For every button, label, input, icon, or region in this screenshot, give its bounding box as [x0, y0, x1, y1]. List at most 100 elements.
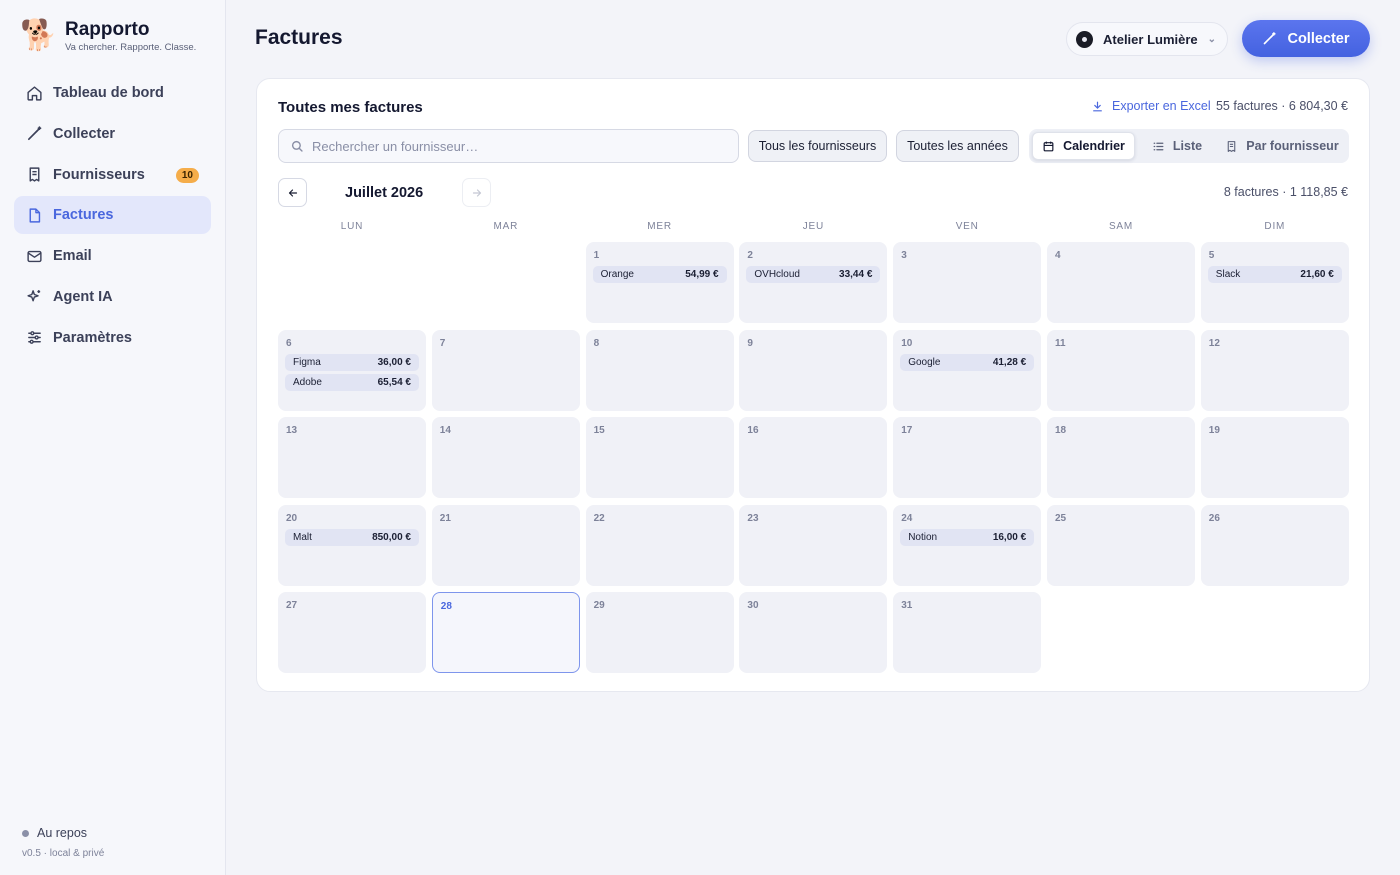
day-number: 9 — [747, 337, 753, 349]
calendar-day[interactable]: 15 — [585, 417, 734, 498]
sidebar-item-email[interactable]: Email — [14, 237, 211, 275]
calendar-day[interactable]: 26 — [1200, 504, 1349, 586]
calendar-day[interactable]: 22 — [585, 504, 734, 586]
export-label: Exporter en Excel — [1112, 99, 1211, 113]
status-dot-icon — [22, 829, 29, 837]
sidebar-item-label: Factures — [53, 207, 114, 224]
workspace-selector[interactable]: Atelier Lumière ⌄ — [1066, 22, 1228, 56]
invoices-card: Toutes mes factures Exporter en Excel 55… — [256, 78, 1370, 692]
day-number: 22 — [593, 512, 605, 524]
invoice-amount: 16,00 € — [992, 531, 1027, 543]
calendar-day[interactable]: 21 — [431, 504, 580, 586]
home-icon — [25, 84, 43, 102]
status-text: Au repos — [37, 826, 88, 840]
invoice-chip[interactable]: OVHcloud 33,44 € — [746, 266, 881, 283]
view-by-supplier-label: Par fournisseur — [1246, 139, 1339, 153]
calendar-day[interactable]: 4 — [1047, 242, 1195, 323]
workspace-name: Atelier Lumière — [1103, 31, 1198, 47]
day-number: 1 — [593, 250, 600, 261]
day-number: 29 — [593, 600, 605, 611]
invoice-chip[interactable]: Malt 850,00 € — [285, 528, 419, 546]
day-number: 19 — [1208, 425, 1220, 436]
invoice-amount: 41,28 € — [992, 356, 1027, 368]
invoice-vendor: Notion — [908, 531, 938, 543]
chevron-down-icon: ⌄ — [1207, 33, 1217, 45]
invoice-amount: 21,60 € — [1300, 269, 1334, 280]
view-list-tab[interactable]: Liste — [1140, 132, 1214, 160]
calendar-day[interactable]: 30 — [739, 592, 888, 673]
invoice-chip[interactable]: Figma 36,00 € — [285, 353, 419, 371]
supplier-search-input[interactable] — [312, 138, 712, 154]
invoice-chip[interactable]: Orange 54,99 € — [592, 266, 727, 283]
invoice-chip[interactable]: Adobe 65,54 € — [285, 374, 419, 391]
day-number: 27 — [286, 600, 298, 611]
calendar-day[interactable]: 14 — [431, 417, 580, 498]
sidebar-item-label: Paramètres — [53, 329, 132, 346]
calendar-day[interactable]: 7 — [431, 329, 580, 411]
day-number: 8 — [593, 337, 600, 349]
sliders-icon — [25, 329, 43, 347]
calendar-day[interactable]: 5 Slack 21,60 € — [1200, 242, 1349, 323]
calendar-day[interactable]: 2 OVHcloud 33,44 € — [739, 242, 888, 323]
calendar-day[interactable]: 25 — [1047, 504, 1195, 586]
filter-years-button[interactable]: Toutes les années — [896, 130, 1019, 162]
dog-logo-icon: 🐕 — [20, 19, 58, 52]
day-number: 30 — [747, 600, 759, 611]
calendar-day[interactable]: 13 — [278, 417, 426, 498]
calendar-day[interactable]: 8 — [585, 329, 734, 411]
month-label: Juillet 2026 — [345, 185, 424, 201]
calendar-day[interactable]: 31 — [893, 592, 1042, 673]
previous-month-button[interactable] — [278, 178, 307, 207]
next-month-button[interactable] — [462, 178, 491, 207]
calendar-day[interactable]: 29 — [585, 592, 734, 673]
weekday-label: DIM — [1264, 221, 1286, 232]
day-number: 20 — [286, 512, 298, 524]
invoice-chip[interactable]: Notion 16,00 € — [900, 528, 1035, 546]
sidebar-item-fournisseurs[interactable]: Fournisseurs 10 — [14, 156, 211, 194]
calendar-day[interactable]: 11 — [1047, 329, 1195, 411]
calendar-day[interactable]: 23 — [739, 504, 888, 586]
sidebar-item-agent-ia[interactable]: Agent IA — [14, 278, 211, 316]
sidebar-nav: Tableau de bord Collecter Fournisseurs 1… — [14, 74, 211, 360]
calendar-day[interactable]: 24 Notion 16,00 € — [893, 504, 1042, 586]
sidebar: 🐕 Rapporto Va chercher. Rapporte. Classe… — [0, 0, 226, 875]
receipt-icon — [25, 166, 43, 184]
day-number: 17 — [901, 425, 913, 436]
calendar-day[interactable]: 1 Orange 54,99 € — [585, 242, 734, 323]
calendar-day[interactable]: 16 — [739, 417, 888, 498]
sidebar-item-parametres[interactable]: Paramètres — [14, 319, 211, 357]
calendar-day[interactable]: 18 — [1047, 417, 1195, 498]
calendar-day[interactable]: 20 Malt 850,00 € — [278, 504, 426, 586]
calendar-day[interactable]: 10 Google 41,28 € — [893, 329, 1042, 411]
filter-suppliers-button[interactable]: Tous les fournisseurs — [748, 130, 887, 162]
invoice-vendor: Malt — [293, 531, 312, 543]
day-number: 16 — [747, 425, 759, 436]
invoice-vendor: Adobe — [293, 377, 322, 388]
workspace-avatar-icon — [1076, 30, 1093, 48]
suppliers-count-badge: 10 — [175, 167, 199, 183]
calendar-day[interactable]: 3 — [893, 242, 1042, 323]
calendar-day-today[interactable]: 28 — [431, 592, 580, 673]
brand-name: Rapporto — [65, 19, 150, 40]
day-number: 4 — [1055, 250, 1061, 261]
invoice-amount: 36,00 € — [377, 356, 411, 368]
view-calendar-tab[interactable]: Calendrier — [1032, 132, 1135, 160]
brand[interactable]: 🐕 Rapporto Va chercher. Rapporte. Classe… — [20, 18, 196, 54]
invoice-amount: 54,99 € — [685, 269, 719, 280]
sidebar-item-factures[interactable]: Factures — [14, 196, 211, 235]
sidebar-item-tableau-de-bord[interactable]: Tableau de bord — [14, 74, 211, 112]
invoice-chip[interactable]: Google 41,28 € — [900, 353, 1035, 371]
day-number: 24 — [901, 512, 913, 524]
download-icon — [1093, 101, 1102, 111]
calendar-day[interactable]: 27 — [278, 592, 426, 673]
calendar-day[interactable]: 17 — [893, 417, 1042, 498]
invoice-chip[interactable]: Slack 21,60 € — [1207, 266, 1342, 283]
collect-button[interactable]: Collecter — [1242, 20, 1370, 57]
calendar-day[interactable]: 12 — [1200, 329, 1349, 411]
view-by-supplier-tab[interactable]: Par fournisseur — [1217, 132, 1347, 160]
export-excel-link[interactable]: Exporter en Excel — [1091, 99, 1211, 113]
calendar-day[interactable]: 9 — [739, 329, 888, 411]
calendar-day[interactable]: 19 — [1200, 417, 1349, 498]
calendar-day[interactable]: 6 Figma 36,00 € Adobe 65,54 € — [278, 329, 426, 411]
sidebar-item-collecter[interactable]: Collecter — [14, 115, 211, 153]
